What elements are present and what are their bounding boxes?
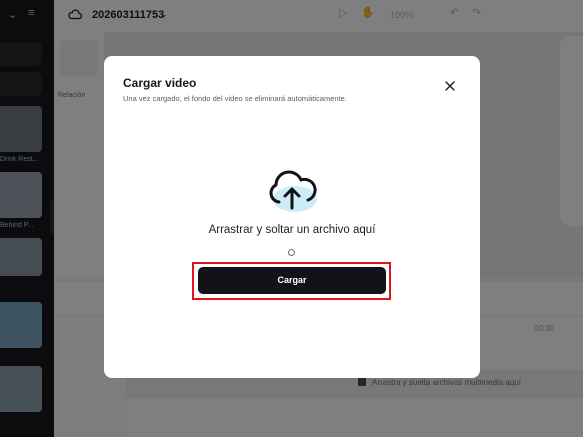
close-icon[interactable]: [442, 78, 458, 94]
dialog-subtitle: Una vez cargado, el fondo del video se e…: [123, 94, 347, 103]
upload-button[interactable]: Cargar: [198, 267, 386, 294]
drop-zone-text: Arrastrar y soltar un archivo aquí: [208, 224, 376, 236]
loading-indicator: [288, 249, 295, 256]
cloud-upload-icon[interactable]: [264, 168, 320, 216]
dialog-title: Cargar video: [123, 76, 197, 90]
upload-video-dialog: Cargar video Una vez cargado, el fondo d…: [104, 56, 480, 378]
